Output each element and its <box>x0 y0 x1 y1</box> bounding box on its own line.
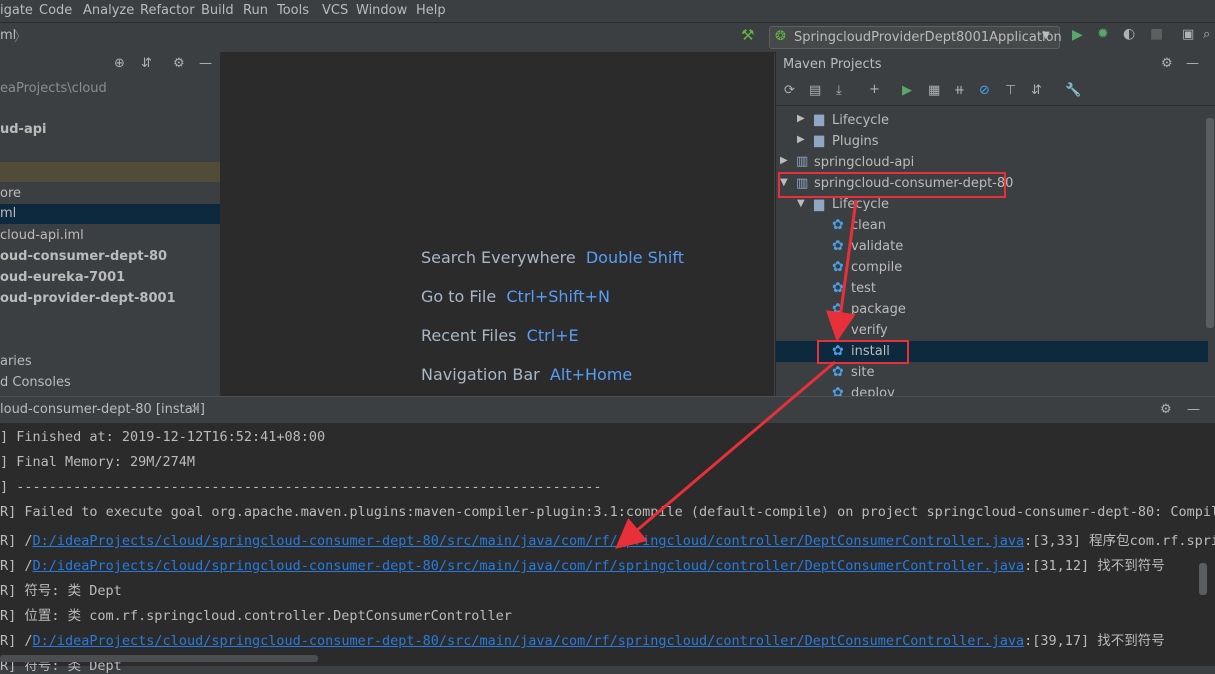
annotation-arrow <box>825 199 858 342</box>
annotation-arrows <box>615 199 858 549</box>
annotation-arrow <box>615 360 836 549</box>
